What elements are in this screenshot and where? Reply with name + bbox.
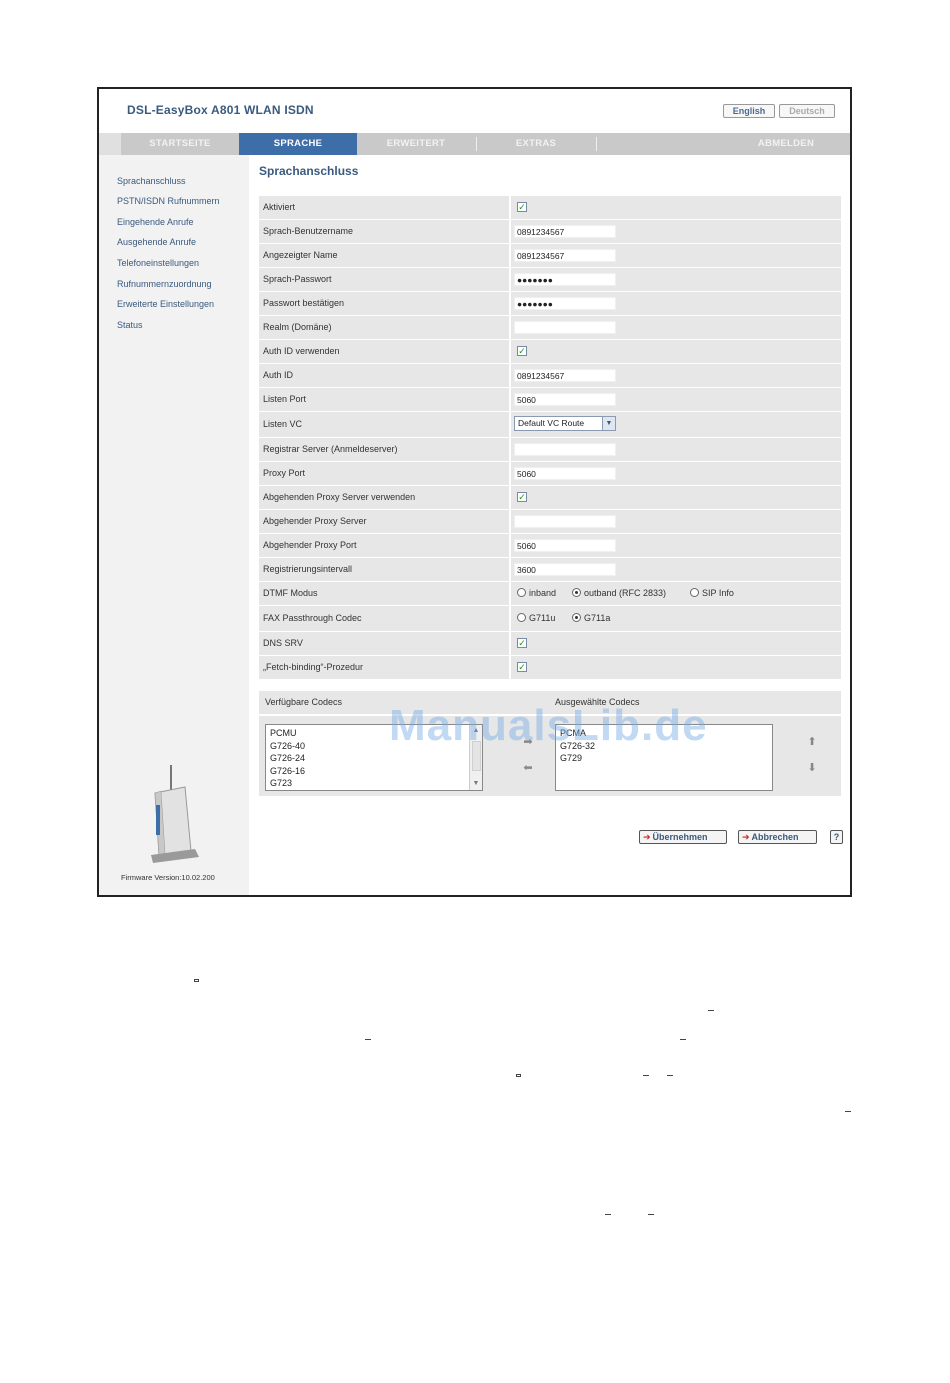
sidebar-item-ausgehende-anrufe[interactable]: Ausgehende Anrufe	[117, 237, 196, 247]
row-proxy-port-abgehend: Abgehender Proxy Port 5060	[259, 534, 841, 557]
watermark: ManualsLib.de	[389, 701, 708, 750]
chevron-down-icon: ▼	[602, 417, 615, 430]
list-item[interactable]: G723	[270, 777, 482, 790]
list-item[interactable]: G729	[560, 752, 772, 765]
dns-srv-checkbox[interactable]: ✓	[517, 638, 527, 648]
dtmf-sip-info-radio[interactable]	[690, 588, 699, 597]
passwort-input[interactable]: ●●●●●●●	[514, 273, 616, 286]
row-realm: Realm (Domäne)	[259, 316, 841, 339]
row-dtmf: DTMF Modus inband outband (RFC 2833) SIP…	[259, 582, 841, 605]
page-title: Sprachanschluss	[259, 164, 359, 178]
sidebar-item-eingehende-anrufe[interactable]: Eingehende Anrufe	[117, 217, 194, 227]
sidebar-item-rufnummernzuordnung[interactable]: Rufnummernzuordnung	[117, 279, 212, 289]
row-reg-intervall: Registrierungsintervall 3600	[259, 558, 841, 581]
tab-abmelden[interactable]: ABMELDEN	[719, 133, 853, 155]
row-passwort: Sprach-Passwort ●●●●●●●	[259, 268, 841, 291]
tab-extras[interactable]: EXTRAS	[477, 133, 595, 155]
auth-id-input[interactable]: 0891234567	[514, 369, 616, 382]
sidebar-item-telefoneinstellungen[interactable]: Telefoneinstellungen	[117, 258, 199, 268]
remove-codec-arrow-icon[interactable]: ⬅	[521, 761, 535, 775]
row-angezeigter-name: Angezeigter Name 0891234567	[259, 244, 841, 267]
deutsch-language-button[interactable]: Deutsch	[779, 104, 835, 118]
auth-id-verwenden-checkbox[interactable]: ✓	[517, 346, 527, 356]
sidebar-item-erweiterte-einstellungen[interactable]: Erweiterte Einstellungen	[117, 299, 214, 309]
angezeigter-name-input[interactable]: 0891234567	[514, 249, 616, 262]
row-passwort-bestaetigen: Passwort bestätigen ●●●●●●●	[259, 292, 841, 315]
row-proxy-server: Abgehender Proxy Server	[259, 510, 841, 533]
listen-vc-select[interactable]: Default VC Route ▼	[514, 416, 616, 431]
listen-port-input[interactable]: 5060	[514, 393, 616, 406]
row-benutzername: Sprach-Benutzername 0891234567	[259, 220, 841, 243]
proxy-verwenden-checkbox[interactable]: ✓	[517, 492, 527, 502]
list-item[interactable]: G726-24	[270, 752, 482, 765]
apply-button[interactable]: ➔ Übernehmen	[639, 830, 727, 844]
arrow-right-icon: ➔	[643, 832, 651, 842]
fax-g711u-radio[interactable]	[517, 613, 526, 622]
dtmf-inband-radio[interactable]	[517, 588, 526, 597]
row-fax: FAX Passthrough Codec G711u G711a	[259, 606, 841, 631]
sidebar: Sprachanschluss PSTN/ISDN Rufnummern Ein…	[99, 155, 249, 895]
row-registrar: Registrar Server (Anmeldeserver)	[259, 438, 841, 461]
realm-input[interactable]	[514, 321, 616, 334]
router-image	[151, 765, 199, 863]
move-down-arrow-icon[interactable]: ⬇	[805, 761, 819, 775]
help-button[interactable]: ?	[830, 830, 843, 844]
tab-sprache[interactable]: SPRACHE	[239, 133, 357, 155]
tab-startseite[interactable]: STARTSEITE	[121, 133, 239, 155]
main-nav: STARTSEITE SPRACHE ERWEITERT EXTRAS ABME…	[99, 133, 850, 155]
row-auth-id-verwenden: Auth ID verwenden ✓	[259, 340, 841, 363]
tab-erweitert[interactable]: ERWEITERT	[357, 133, 475, 155]
row-fetch-binding: „Fetch-binding“-Prozedur ✓	[259, 656, 841, 679]
app-title: DSL-EasyBox A801 WLAN ISDN	[127, 103, 314, 117]
english-language-button[interactable]: English	[723, 104, 775, 118]
reg-intervall-input[interactable]: 3600	[514, 563, 616, 576]
row-listen-port: Listen Port 5060	[259, 388, 841, 411]
fax-g711a-radio[interactable]	[572, 613, 581, 622]
row-listen-vc: Listen VC Default VC Route ▼	[259, 412, 841, 437]
scroll-down-icon[interactable]: ▼	[470, 778, 482, 790]
registrar-input[interactable]	[514, 443, 616, 456]
sidebar-item-pstn-isdn[interactable]: PSTN/ISDN Rufnummern	[117, 196, 220, 206]
aktiviert-checkbox[interactable]: ✓	[517, 202, 527, 212]
row-dns-srv: DNS SRV ✓	[259, 632, 841, 655]
benutzername-input[interactable]: 0891234567	[514, 225, 616, 238]
available-codecs-label: Verfügbare Codecs	[265, 697, 343, 707]
firmware-version: Firmware Version:10.02.200	[121, 873, 215, 882]
move-up-arrow-icon[interactable]: ⬆	[805, 735, 819, 749]
row-aktiviert: Aktiviert ✓	[259, 196, 841, 219]
list-item[interactable]: G726-16	[270, 765, 482, 778]
row-proxy-port: Proxy Port 5060	[259, 462, 841, 485]
fetch-binding-checkbox[interactable]: ✓	[517, 662, 527, 672]
arrow-right-icon: ➔	[742, 832, 750, 842]
row-proxy-verwenden: Abgehenden Proxy Server verwenden ✓	[259, 486, 841, 509]
router-config-window: DSL-EasyBox A801 WLAN ISDN English Deuts…	[97, 87, 852, 897]
sidebar-item-status[interactable]: Status	[117, 320, 143, 330]
sidebar-item-sprachanschluss[interactable]: Sprachanschluss	[117, 176, 186, 186]
proxy-port-input[interactable]: 5060	[514, 467, 616, 480]
row-auth-id: Auth ID 0891234567	[259, 364, 841, 387]
proxy-port-abgehend-input[interactable]: 5060	[514, 539, 616, 552]
proxy-server-input[interactable]	[514, 515, 616, 528]
cancel-button[interactable]: ➔ Abbrechen	[738, 830, 817, 844]
dtmf-outband-radio[interactable]	[572, 588, 581, 597]
passwort-bestaetigen-input[interactable]: ●●●●●●●	[514, 297, 616, 310]
